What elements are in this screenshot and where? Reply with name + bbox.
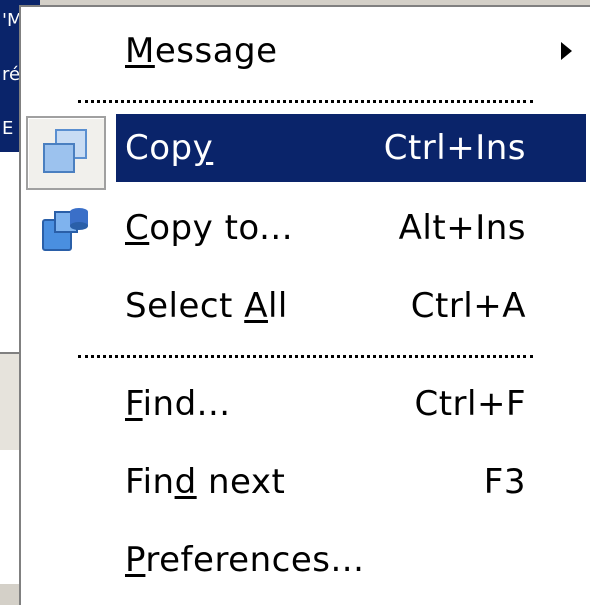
menu-item-find-next[interactable]: Find next F3 (21, 448, 590, 516)
menu-item-label: Copy to... (125, 208, 294, 248)
background-text-line: E (2, 118, 14, 139)
background-text-line: ré (2, 64, 21, 85)
menu-item-find[interactable]: Find... Ctrl+F (21, 370, 590, 438)
copy-icon-frame (26, 116, 106, 190)
menu-item-shortcut: F3 (483, 462, 526, 502)
menu-item-shortcut: Ctrl+Ins (383, 128, 526, 168)
menu-item-label: Message (125, 31, 278, 71)
copy-icon (43, 129, 87, 173)
menu-item-shortcut: Ctrl+A (410, 286, 526, 326)
menu-item-copy[interactable]: Copy Ctrl+Ins (21, 114, 590, 190)
menu-item-label: Find next (125, 462, 286, 502)
copy-to-icon (42, 208, 88, 251)
menu-item-shortcut: Alt+Ins (398, 208, 526, 248)
menu-item-message[interactable]: Message (21, 17, 590, 85)
menu-item-copy-to[interactable]: Copy to... Alt+Ins (21, 194, 590, 262)
menu-item-label: Copy (125, 128, 214, 168)
menu-item-shortcut: Ctrl+F (414, 384, 526, 424)
menu-item-label: Preferences... (125, 540, 365, 580)
menu-separator (78, 100, 533, 103)
chevron-right-icon (561, 42, 572, 60)
menu-item-label: Find... (125, 384, 231, 424)
context-menu: Message Copy Ctrl+Ins Copy to... Alt+Ins… (19, 5, 590, 605)
menu-separator (78, 355, 533, 358)
menu-item-select-all[interactable]: Select All Ctrl+A (21, 272, 590, 340)
menu-item-label: Select All (125, 286, 288, 326)
